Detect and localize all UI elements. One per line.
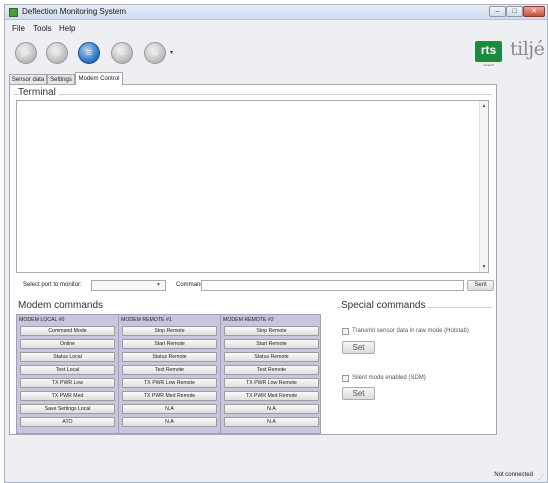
set-sdm-button[interactable]: Set bbox=[342, 387, 375, 400]
ato-button[interactable]: ATO bbox=[20, 417, 115, 427]
sdm-checkbox[interactable] bbox=[342, 375, 349, 382]
command-input[interactable] bbox=[201, 280, 464, 291]
na-remote-1-button[interactable]: N.A bbox=[122, 404, 217, 414]
na-remote-2-button[interactable]: N.A bbox=[224, 404, 319, 414]
send-button[interactable]: Sent bbox=[467, 280, 494, 291]
test-remote-1-button[interactable]: Test Remote bbox=[122, 365, 217, 375]
modem-commands-table: MODEM LOCAL #0 Command Mode Online Statu… bbox=[16, 314, 321, 434]
stop-remote-1-button[interactable]: Stop Remote bbox=[122, 326, 217, 336]
online-button[interactable]: Online bbox=[20, 339, 115, 349]
tx-pwr-med-remote-2-button[interactable]: TX PWR Med Remote bbox=[224, 391, 319, 401]
na-remote-1-button[interactable]: N.A bbox=[122, 417, 217, 427]
select-port-label: Select port to monitor: bbox=[23, 282, 82, 288]
status-bar: Not connected ⋰ bbox=[5, 467, 547, 483]
toolbar-dropdown-arrow-icon[interactable]: ▾ bbox=[170, 49, 173, 56]
hotstab-checkbox[interactable] bbox=[342, 328, 349, 335]
rts-logo-subtext: norsk tlf bbox=[483, 63, 494, 67]
disabled-tool-1-icon[interactable]: ▶ bbox=[15, 42, 37, 64]
modem-remote-2-column: MODEM REMOTE #2 Stop Remote Start Remote… bbox=[221, 315, 322, 433]
hotstab-label: Transmit sensor data in raw mode (Hotsta… bbox=[352, 328, 469, 334]
terminal-output[interactable]: ▲ ▼ bbox=[16, 100, 489, 273]
database-icon[interactable]: ≡ bbox=[78, 42, 100, 64]
terminal-scrollbar[interactable]: ▲ ▼ bbox=[479, 101, 488, 272]
status-remote-2-button[interactable]: Status Remote bbox=[224, 352, 319, 362]
test-remote-2-button[interactable]: Test Remote bbox=[224, 365, 319, 375]
modem-remote-1-header: MODEM REMOTE #1 bbox=[121, 317, 172, 323]
start-remote-2-button[interactable]: Start Remote bbox=[224, 339, 319, 349]
save-settings-local-button[interactable]: Save Settings Local bbox=[20, 404, 115, 414]
tx-pwr-med-remote-1-button[interactable]: TX PWR Med Remote bbox=[122, 391, 217, 401]
tx-pwr-low-remote-2-button[interactable]: TX PWR Low Remote bbox=[224, 378, 319, 388]
modem-local-0-header: MODEM LOCAL #0 bbox=[19, 317, 65, 323]
start-remote-1-button[interactable]: Start Remote bbox=[122, 339, 217, 349]
test-local-button[interactable]: Test Local bbox=[20, 365, 115, 375]
title-bar: Deflection Monitoring System – □ ✕ bbox=[5, 5, 547, 20]
modem-commands-title: Modem commands bbox=[18, 300, 107, 311]
maximize-button[interactable]: □ bbox=[506, 6, 523, 17]
chevron-down-icon: ▼ bbox=[156, 282, 161, 288]
menu-help[interactable]: Help bbox=[59, 24, 75, 33]
stop-remote-2-button[interactable]: Stop Remote bbox=[224, 326, 319, 336]
modem-remote-2-header: MODEM REMOTE #2 bbox=[223, 317, 274, 323]
status-local-button[interactable]: Status Local bbox=[20, 352, 115, 362]
menu-bar: File Tools Help bbox=[5, 21, 547, 35]
menu-file[interactable]: File bbox=[12, 24, 25, 33]
special-commands-title: Special commands bbox=[341, 300, 429, 311]
connection-status: Not connected bbox=[494, 472, 533, 478]
tab-modem-control[interactable]: Modem Control bbox=[75, 72, 123, 85]
set-hotstab-button[interactable]: Set bbox=[342, 341, 375, 354]
resize-grip-icon[interactable]: ⋰ bbox=[538, 474, 544, 481]
disabled-tool-4-icon[interactable]: ■ bbox=[144, 42, 166, 64]
modem-remote-1-column: MODEM REMOTE #1 Stop Remote Start Remote… bbox=[119, 315, 220, 433]
modem-local-0-column: MODEM LOCAL #0 Command Mode Online Statu… bbox=[17, 315, 118, 433]
modem-control-panel: Terminal ▲ ▼ Select port to monitor: ▼ C… bbox=[9, 84, 497, 435]
tx-pwr-med-button[interactable]: TX PWR Med bbox=[20, 391, 115, 401]
toolbar: ▶ ■ ≡ ● ■ ▾ rts norsk tlf tiljé bbox=[5, 36, 547, 72]
rts-logo: rts bbox=[475, 41, 502, 62]
port-select[interactable]: ▼ bbox=[91, 280, 166, 291]
minimize-button[interactable]: – bbox=[489, 6, 506, 17]
app-icon bbox=[9, 8, 18, 17]
status-remote-1-button[interactable]: Status Remote bbox=[122, 352, 217, 362]
terminal-title: Terminal bbox=[18, 87, 59, 98]
na-remote-2-button[interactable]: N.A bbox=[224, 417, 319, 427]
scroll-down-icon[interactable]: ▼ bbox=[480, 263, 488, 271]
close-button[interactable]: ✕ bbox=[523, 6, 545, 17]
disabled-tool-2-icon[interactable]: ■ bbox=[46, 42, 68, 64]
menu-tools[interactable]: Tools bbox=[33, 24, 52, 33]
tilje-logo: tiljé bbox=[510, 38, 545, 60]
app-window: Deflection Monitoring System – □ ✕ File … bbox=[4, 4, 548, 483]
tx-pwr-low-remote-1-button[interactable]: TX PWR Low Remote bbox=[122, 378, 217, 388]
sdm-label: Silent mode enabled (SDM) bbox=[352, 375, 426, 381]
scroll-up-icon[interactable]: ▲ bbox=[480, 102, 488, 110]
command-mode-button[interactable]: Command Mode bbox=[20, 326, 115, 336]
terminal-group-line bbox=[14, 94, 492, 95]
disabled-tool-3-icon[interactable]: ● bbox=[111, 42, 133, 64]
special-commands-box: Transmit sensor data in raw mode (Hotsta… bbox=[337, 314, 491, 434]
window-title: Deflection Monitoring System bbox=[22, 7, 127, 16]
tx-pwr-low-button[interactable]: TX PWR Low bbox=[20, 378, 115, 388]
